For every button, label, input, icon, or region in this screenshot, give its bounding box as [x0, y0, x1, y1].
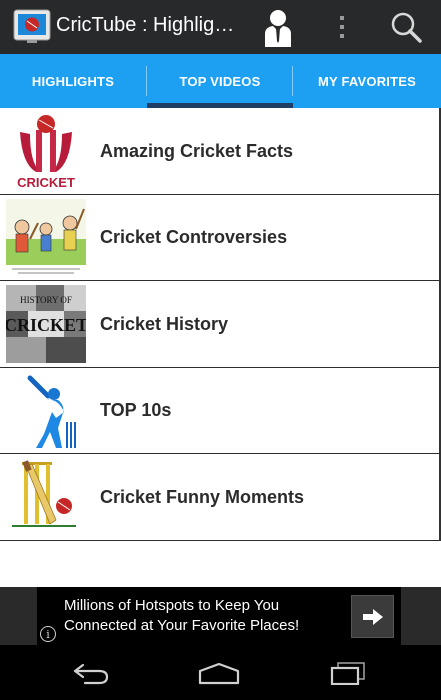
navigation-bar	[0, 645, 441, 700]
tab-bar: HIGHLIGHTS TOP VIDEOS MY FAVORITES	[0, 54, 441, 108]
recent-apps-icon[interactable]	[303, 645, 393, 700]
category-list: CRICKET Amazing Cricket Facts Cricket Co…	[0, 108, 441, 541]
ad-arrow-button[interactable]	[351, 595, 394, 638]
app-title: CricTube : Highlights	[56, 14, 236, 36]
back-icon[interactable]	[46, 645, 136, 700]
overflow-menu-icon[interactable]	[328, 0, 356, 54]
list-item[interactable]: Cricket Funny Moments	[0, 454, 441, 541]
list-item[interactable]: CRICKET Amazing Cricket Facts	[0, 108, 441, 195]
list-item-label: Cricket Funny Moments	[100, 486, 305, 507]
ad-text: Millions of Hotspots to Keep You Connect…	[64, 597, 300, 634]
search-icon[interactable]	[384, 0, 428, 54]
list-item-label: Amazing Cricket Facts	[100, 140, 294, 161]
user-icon[interactable]	[256, 0, 300, 54]
home-icon[interactable]	[174, 645, 264, 700]
tab-top-videos[interactable]: TOP VIDEOS	[147, 54, 293, 108]
list-item-label: Cricket Controversies	[100, 227, 288, 248]
tab-my-favorites[interactable]: MY FAVORITES	[293, 54, 441, 108]
ad-info-icon[interactable]: i	[40, 626, 56, 642]
bat-stumps-ball-thumbnail	[6, 458, 86, 537]
action-bar: CricTube : Highlights	[0, 0, 441, 54]
batsman-silhouette-thumbnail	[6, 371, 86, 450]
tab-highlights[interactable]: HIGHLIGHTS	[0, 54, 146, 108]
svg-text:CRICKET: CRICKET	[6, 315, 86, 335]
cricket-logo-thumbnail: CRICKET	[6, 112, 86, 190]
list-item[interactable]: TOP 10s	[0, 367, 441, 455]
arrow-right-icon	[362, 608, 383, 625]
history-collage-thumbnail: HISTORY OF CRICKET	[6, 285, 86, 364]
list-item[interactable]: HISTORY OF CRICKET Cricket History	[0, 281, 441, 368]
list-item-label: Cricket History	[100, 313, 229, 334]
svg-text:HISTORY OF: HISTORY OF	[20, 295, 72, 305]
app-icon[interactable]	[13, 7, 51, 45]
cartoon-thumbnail	[6, 198, 86, 277]
list-item[interactable]: Cricket Controversies	[0, 194, 441, 282]
list-item-label: TOP 10s	[100, 400, 172, 421]
svg-text:CRICKET: CRICKET	[17, 175, 75, 190]
